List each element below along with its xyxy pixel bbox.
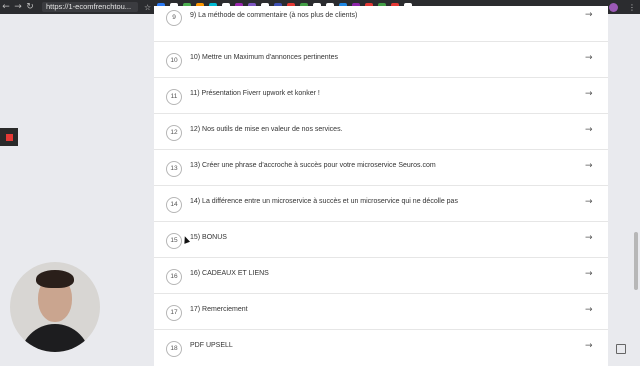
scrollbar-thumb[interactable] [634,232,638,290]
lesson-title: 12) Nos outils de mise en valeur de nos … [190,126,343,133]
lesson-number: 10 [166,53,182,69]
lesson-title: 15) BONUS [190,234,227,241]
lesson-title: 16) CADEAUX ET LIENS [190,270,269,277]
lesson-number: 18 [166,341,182,357]
profile-avatar[interactable] [609,2,618,12]
lesson-number: 16 [166,269,182,285]
lesson-number: 12 [166,125,182,141]
lesson-title: 11) Présentation Fiverr upwork et konker… [190,90,320,97]
list-item[interactable]: 17 17) Remerciement → [154,294,608,330]
list-item[interactable]: 13 13) Créer une phrase d'accroche à suc… [154,150,608,186]
list-item[interactable]: 14 14) La différence entre un microservi… [154,186,608,222]
arrow-right-icon[interactable]: → [585,53,593,63]
lesson-number: 14 [166,197,182,213]
list-item[interactable]: 11 11) Présentation Fiverr upwork et kon… [154,78,608,114]
arrow-right-icon[interactable]: → [585,161,593,171]
list-item[interactable]: 16 16) CADEAUX ET LIENS → [154,258,608,294]
arrow-right-icon[interactable]: → [585,125,593,135]
arrow-right-icon[interactable]: → [585,269,593,279]
list-item[interactable]: 9 9) La méthode de commentaire (à nos pl… [154,6,608,42]
arrow-right-icon[interactable]: → [585,305,593,315]
lesson-title: 13) Créer une phrase d'accroche à succès… [190,162,436,169]
webcam-overlay [10,262,100,352]
lesson-number: 13 [166,161,182,177]
list-item[interactable]: 12 12) Nos outils de mise en valeur de n… [154,114,608,150]
arrow-right-icon[interactable]: → [585,10,593,20]
presenter-shirt [20,324,90,352]
fullscreen-icon[interactable] [616,344,626,354]
forward-icon[interactable]: → [12,0,24,14]
lesson-number: 15 [166,233,182,249]
arrow-right-icon[interactable]: → [585,197,593,207]
arrow-right-icon[interactable]: → [585,233,593,243]
arrow-right-icon[interactable]: → [585,89,593,99]
lesson-number: 9 [166,10,182,26]
lesson-list: 9 9) La méthode de commentaire (à nos pl… [154,6,608,366]
back-icon[interactable]: ← [0,0,12,14]
presenter-hair [36,270,74,288]
lesson-title: 9) La méthode de commentaire (à nos plus… [190,12,358,19]
lesson-number: 17 [166,305,182,321]
lesson-title: 14) La différence entre un microservice … [190,198,458,205]
lesson-title: PDF UPSELL [190,342,233,349]
address-bar[interactable]: https://1-ecomfrenchtou... [42,2,138,12]
lesson-title: 17) Remerciement [190,306,248,313]
lesson-number: 11 [166,89,182,105]
stop-icon [5,133,13,141]
list-item[interactable]: 15 15) BONUS → [154,222,608,258]
menu-icon[interactable]: ⋮ [628,3,636,12]
reload-icon[interactable]: ↻ [24,0,36,14]
lesson-title: 10) Mettre un Maximum d'annonces pertine… [190,54,339,61]
star-icon[interactable]: ☆ [144,3,151,12]
list-item[interactable]: 18 PDF UPSELL → [154,330,608,366]
list-item[interactable]: 10 10) Mettre un Maximum d'annonces pert… [154,42,608,78]
arrow-right-icon[interactable]: → [585,341,593,351]
record-stop-button[interactable] [0,128,18,146]
